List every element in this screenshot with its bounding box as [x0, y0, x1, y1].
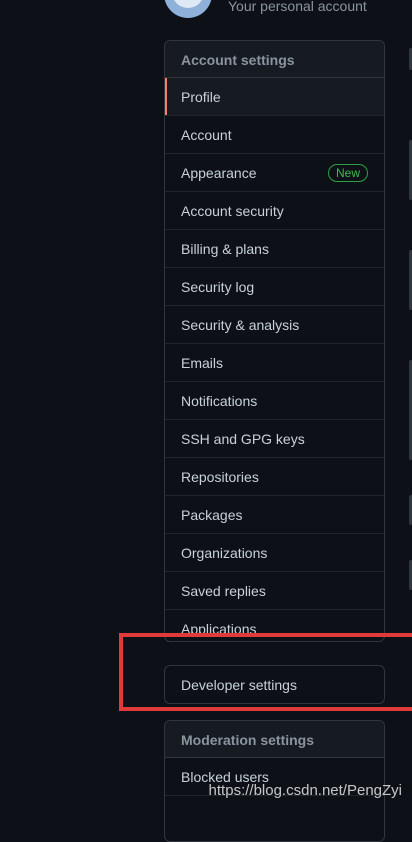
- menu-item-notifications[interactable]: Notifications: [165, 382, 384, 420]
- personal-account-label: Your personal account: [228, 0, 367, 14]
- menu-item-label: Appearance: [181, 165, 257, 181]
- menu-item-profile[interactable]: Profile: [165, 78, 384, 116]
- menu-item-label: Billing & plans: [181, 241, 269, 257]
- menu-item-label: Account security: [181, 203, 284, 219]
- account-settings-header: Account settings: [165, 41, 384, 78]
- menu-item-developer-settings[interactable]: Developer settings: [165, 666, 384, 703]
- menu-item-ssh-gpg-keys[interactable]: SSH and GPG keys: [165, 420, 384, 458]
- menu-item-label: Account: [181, 127, 232, 143]
- menu-item-label: Notifications: [181, 393, 258, 409]
- menu-item-label: Emails: [181, 355, 224, 371]
- menu-item-label: Profile: [181, 89, 221, 105]
- menu-item-billing-plans[interactable]: Billing & plans: [165, 230, 384, 268]
- developer-settings-menu: Developer settings: [164, 665, 385, 704]
- menu-item-label: Repositories: [181, 469, 259, 485]
- menu-item-label: Security & analysis: [181, 317, 300, 333]
- menu-item-label: Organizations: [181, 545, 268, 561]
- menu-item-emails[interactable]: Emails: [165, 344, 384, 382]
- moderation-settings-header: Moderation settings: [165, 721, 384, 758]
- menu-item-account-security[interactable]: Account security: [165, 192, 384, 230]
- menu-item-saved-replies[interactable]: Saved replies: [165, 572, 384, 610]
- menu-item-label: Saved replies: [181, 583, 266, 599]
- menu-item-security-log[interactable]: Security log: [165, 268, 384, 306]
- watermark-text: https://blog.csdn.net/PengZyi: [208, 782, 402, 799]
- menu-item-label: Packages: [181, 507, 243, 523]
- menu-item-applications[interactable]: Applications: [165, 610, 384, 641]
- menu-item-label: Developer settings: [181, 677, 297, 693]
- account-settings-menu: Account settings Profile Account Appeara…: [164, 40, 385, 642]
- new-badge: New: [327, 164, 368, 182]
- menu-item-organizations[interactable]: Organizations: [165, 534, 384, 572]
- menu-item-packages[interactable]: Packages: [165, 496, 384, 534]
- avatar[interactable]: [164, 0, 212, 18]
- menu-item-account[interactable]: Account: [165, 116, 384, 154]
- menu-item-security-analysis[interactable]: Security & analysis: [165, 306, 384, 344]
- menu-item-label: Security log: [181, 279, 255, 295]
- menu-item-label: SSH and GPG keys: [181, 431, 305, 447]
- menu-item-label: Applications: [181, 621, 257, 637]
- menu-item-repositories[interactable]: Repositories: [165, 458, 384, 496]
- menu-item-appearance[interactable]: Appearance New: [165, 154, 384, 192]
- moderation-settings-menu: Moderation settings Blocked users: [164, 720, 385, 842]
